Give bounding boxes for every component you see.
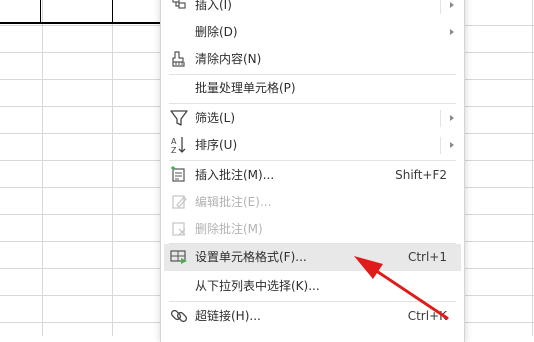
chevron-right-icon (450, 142, 454, 148)
delete-comment-icon (169, 219, 189, 239)
menu-item-pick-from-list[interactable]: 从下拉列表中选择(K)... (164, 273, 461, 300)
selected-row-border (0, 0, 165, 24)
menu-item-label: 批量处理单元格(P) (195, 81, 296, 95)
shortcut-label: Shift+F2 (395, 168, 447, 182)
menu-item-label: 清除内容(N) (195, 52, 262, 66)
menu-item-label: 编辑批注(E)... (195, 195, 272, 209)
chevron-right-icon (450, 29, 454, 35)
menu-item-label: 插入批注(M)... (195, 168, 275, 182)
menu-item-batch-process[interactable]: 批量处理单元格(P) (164, 75, 461, 102)
menu-item-label: 删除(D) (195, 25, 238, 39)
insert-comment-icon (169, 165, 189, 185)
menu-item-insert-comment[interactable]: 插入批注(M)... Shift+F2 (164, 162, 461, 189)
menu-divider (169, 103, 456, 104)
shortcut-label: Ctrl+1 (407, 250, 447, 264)
menu-item-edit-comment[interactable]: 编辑批注(E)... (164, 189, 461, 216)
chevron-right-icon (450, 2, 454, 8)
svg-text:A: A (171, 137, 177, 146)
menu-item-filter[interactable]: 筛选(L) (164, 105, 461, 132)
menu-item-label: 插入(I) (195, 0, 232, 12)
submenu-separator (440, 0, 441, 14)
menu-item-label: 设置单元格格式(F)... (195, 250, 307, 264)
edit-comment-icon (169, 192, 189, 212)
submenu-separator (440, 110, 441, 127)
menu-item-label: 筛选(L) (195, 111, 236, 125)
menu-item-sort[interactable]: A Z 排序(U) (164, 132, 461, 159)
menu-divider (169, 160, 456, 161)
sort-az-icon: A Z (169, 135, 189, 155)
menu-item-delete-comment[interactable]: 删除批注(M) (164, 216, 461, 243)
selected-cell-divider (40, 0, 41, 24)
menu-item-label: 超链接(H)... (195, 309, 261, 323)
eraser-icon (169, 49, 189, 69)
menu-item-label: 删除批注(M) (195, 222, 263, 236)
menu-item-format-cells[interactable]: 设置单元格格式(F)... Ctrl+1 (164, 244, 461, 271)
link-icon (169, 306, 189, 326)
format-cells-icon (169, 247, 189, 267)
context-menu: 插入(I) 删除(D) 清除内容(N) 批量处理单元格(P) 筛选(L) A Z… (160, 0, 465, 342)
menu-divider (169, 301, 456, 302)
filter-icon (169, 108, 189, 128)
menu-item-label: 从下拉列表中选择(K)... (195, 279, 320, 293)
menu-item-clear-contents[interactable]: 清除内容(N) (164, 46, 461, 73)
menu-item-insert[interactable]: 插入(I) (164, 0, 461, 19)
submenu-separator (440, 137, 441, 154)
shortcut-label: Ctrl+K (407, 309, 447, 323)
menu-item-label: 排序(U) (195, 138, 238, 152)
selected-cell-divider (112, 0, 113, 24)
svg-text:Z: Z (171, 146, 177, 155)
menu-item-hyperlink[interactable]: 超链接(H)... Ctrl+K (164, 303, 461, 330)
menu-item-delete[interactable]: 删除(D) (164, 19, 461, 46)
insert-icon (169, 0, 189, 15)
chevron-right-icon (450, 115, 454, 121)
